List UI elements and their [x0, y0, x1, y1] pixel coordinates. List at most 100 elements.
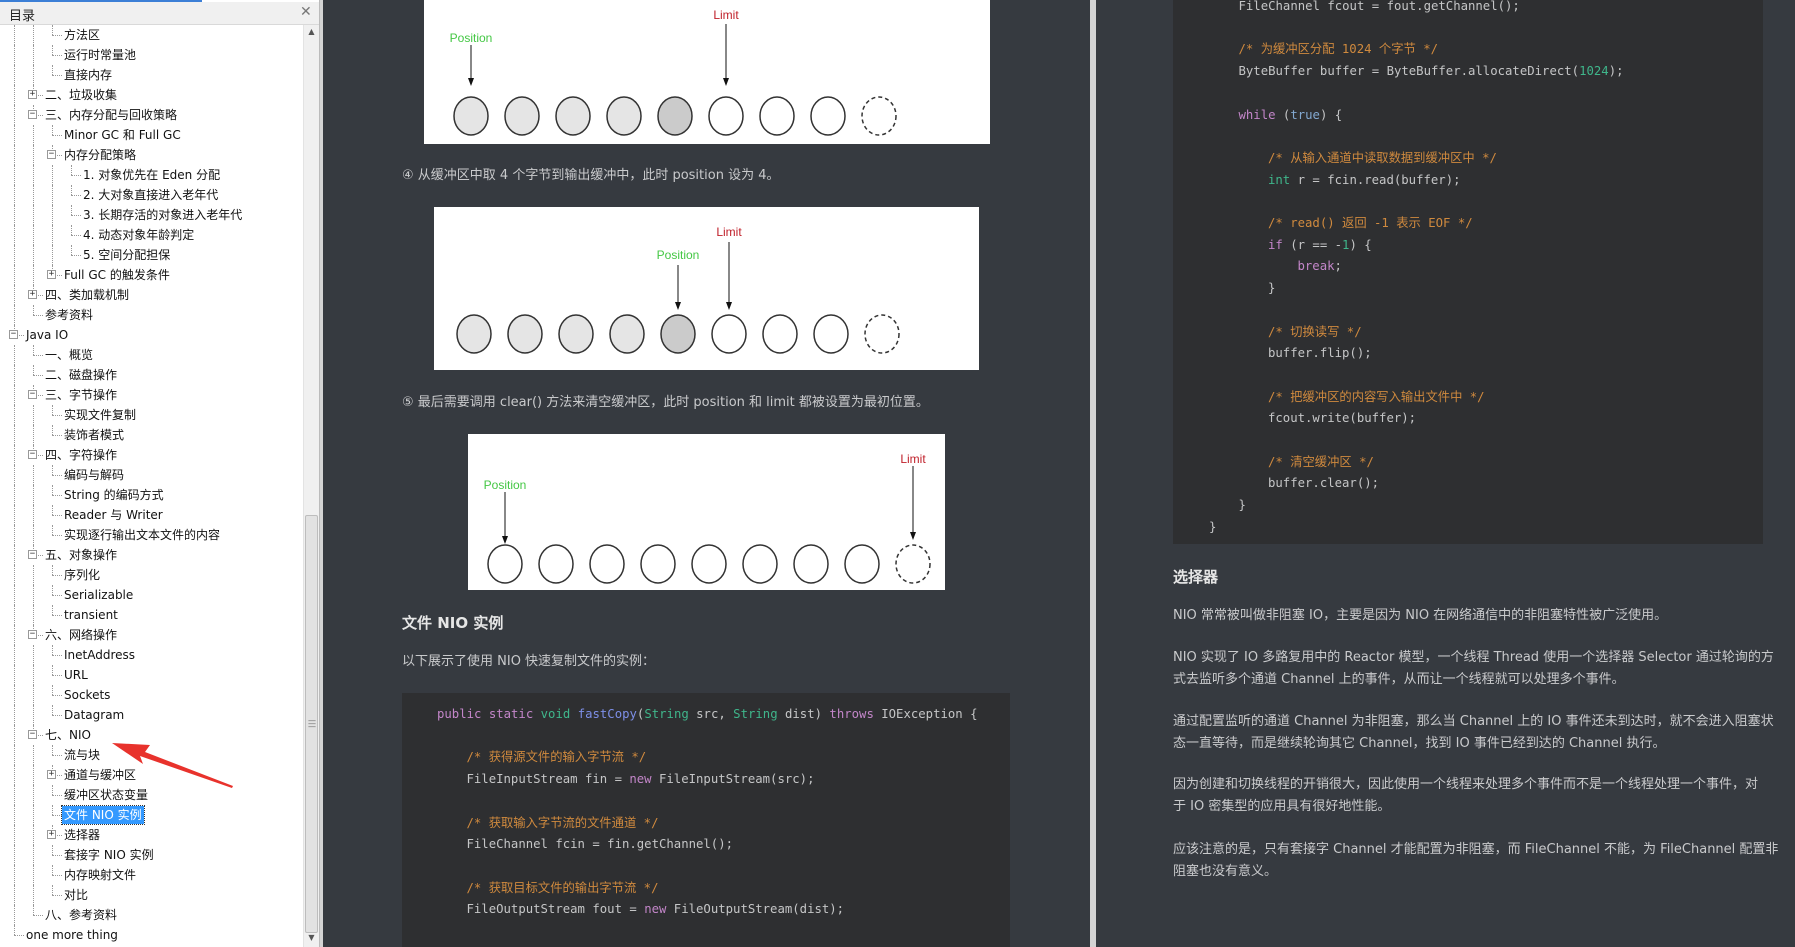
buffer-cell-empty — [640, 544, 676, 584]
buffer-cell-empty — [708, 96, 744, 136]
code-token: FileChannel fcin = fin.getChannel(); — [466, 837, 734, 852]
buffer-cell-filled — [558, 314, 594, 354]
paragraph-line: NIO 常常被叫做非阻塞 IO，主要是因为 NIO 在网络通信中的非阻塞特性被广… — [1173, 608, 1668, 623]
code-line: FileOutputStream fout = new FileOutputSt… — [467, 898, 845, 920]
buffer-cell-empty — [762, 314, 798, 354]
buffer-cell-empty — [793, 544, 829, 584]
code-token: ByteBuffer buffer = ByteBuffer.allocateD… — [1238, 64, 1580, 79]
toc-scrollbar[interactable]: ▲ — — — ▼ — [303, 25, 319, 947]
buffer-diagram-step4: Position Limit — [434, 207, 979, 370]
buffer-cell-filled — [606, 96, 642, 136]
code-token: throws — [829, 707, 874, 721]
code-token: int — [1268, 172, 1291, 187]
code-token: if — [1268, 237, 1283, 252]
code-token: ; — [1334, 259, 1342, 274]
code-line: /* 获得源文件的输入字节流 */ — [467, 746, 647, 768]
buffer-cell-capacity — [864, 314, 900, 354]
paragraph-line: 式去监听多个通道 Channel 上的事件，从而让一个线程就可以处理多个事件。 — [1173, 672, 1625, 687]
limit-pointer-label: Limit — [900, 452, 926, 466]
code-token: new — [629, 772, 652, 787]
limit-pointer-label: Limit — [713, 8, 739, 22]
buffer-diagram-step3: Position Limit — [424, 0, 990, 144]
buffer-cell-filled — [555, 96, 591, 136]
red-arrow-icon — [112, 743, 233, 788]
code-line: } — [1268, 277, 1275, 299]
code-line: /* 把缓冲区的内容写入输出文件中 */ — [1268, 386, 1485, 408]
paragraph-line: 应该注意的是，只有套接字 Channel 才能配置为非阻塞，而 FileChan… — [1173, 842, 1779, 857]
code-token: /* 从输入通道中读取数据到缓冲区中 */ — [1268, 150, 1497, 165]
code-token: public static — [437, 707, 541, 721]
code-line: FileInputStream fin = new FileInputStrea… — [467, 768, 815, 790]
limit-pointer-arrowhead-icon — [723, 78, 729, 86]
code-token: (r == - — [1282, 237, 1343, 252]
code-token: /* 为缓冲区分配 1024 个字节 */ — [1238, 42, 1439, 57]
buffer-cell-empty — [813, 314, 849, 354]
position-pointer-arrowhead-icon — [502, 536, 508, 544]
code-token: FileInputStream fin = — [466, 772, 630, 787]
buffer-cell-empty — [487, 544, 523, 584]
code-token: new — [644, 902, 667, 917]
code-token: /* 切换读写 */ — [1268, 324, 1362, 339]
code-token: void — [540, 707, 578, 721]
position-pointer-arrowhead-icon — [675, 302, 681, 310]
code-token: ( — [1275, 107, 1291, 122]
section-heading-selector: 选择器 — [1173, 568, 1219, 586]
code-token: FileOutputStream(dist); — [666, 902, 845, 917]
caption-step4: ④ 从缓冲区中取 4 个字节到输出缓冲中，此时 position 设为 4。 — [402, 168, 780, 183]
code-line: /* 切换读写 */ — [1268, 321, 1362, 343]
scrollbar-thumb[interactable]: — — — — [305, 515, 318, 933]
buffer-cell-filled — [507, 314, 543, 354]
buffer-cell-empty — [810, 96, 846, 136]
code-line: /* read() 返回 -1 表示 EOF */ — [1268, 212, 1473, 234]
code-line: FileChannel fcin = fin.getChannel(); — [467, 833, 734, 855]
code-line: /* 获取输入字节流的文件通道 */ — [467, 812, 659, 834]
intro-text: 以下展示了使用 NIO 快速复制文件的实例： — [402, 654, 656, 669]
buffer-cell-current — [657, 96, 693, 136]
code-block-continued: FileChannel fcout = fout.getChannel(); /*… — [1173, 0, 1763, 544]
buffer-cell-empty — [844, 544, 880, 584]
buffer-cell-empty — [759, 96, 795, 136]
code-line: FileChannel fcout = fout.getChannel(); — [1239, 0, 1520, 17]
document-page-right: FileChannel fcout = fout.getChannel(); /*… — [1096, 0, 1795, 947]
position-pointer-label: Position — [657, 248, 700, 262]
code-line: fcout.write(buffer); — [1268, 407, 1416, 429]
code-token: } — [1268, 281, 1276, 296]
code-line: buffer.flip(); — [1268, 342, 1372, 364]
grip-icon: — — — — [308, 716, 316, 731]
document-page-left: Position Limit ④ 从缓冲区中取 4 个字节到输出缓冲中，此时 po… — [323, 0, 1090, 947]
code-line: buffer.clear(); — [1268, 472, 1379, 494]
code-line: int r = fcin.read(buffer); — [1268, 169, 1461, 191]
buffer-cell-empty — [589, 544, 625, 584]
code-token: true — [1290, 107, 1320, 122]
code-token: String — [733, 707, 778, 721]
code-line: ByteBuffer buffer = ByteBuffer.allocateD… — [1239, 60, 1624, 82]
code-line: /* 清空缓冲区 */ — [1268, 451, 1374, 473]
buffer-diagram-step5: Position Limit — [468, 434, 945, 590]
scroll-up-arrow-icon[interactable]: ▲ — [304, 27, 319, 41]
code-line: /* 获取目标文件的输出字节流 */ — [467, 877, 659, 899]
code-line: break; — [1298, 255, 1342, 277]
buffer-cell-capacity — [861, 96, 897, 136]
paragraph-line: 通过配置监听的通道 Channel 为非阻塞，那么当 Channel 上的 IO… — [1173, 714, 1774, 729]
scroll-down-arrow-icon[interactable]: ▼ — [304, 933, 319, 947]
close-icon[interactable]: ✕ — [300, 4, 312, 20]
limit-pointer-label: Limit — [716, 225, 742, 239]
code-token: } — [1238, 498, 1246, 513]
code-token: fcout.write(buffer); — [1268, 411, 1417, 426]
limit-pointer-arrowhead-icon — [726, 302, 732, 310]
buffer-cell-empty — [711, 314, 747, 354]
code-line: } — [1209, 516, 1216, 538]
code-token: r = fcin.read(buffer); — [1290, 172, 1461, 187]
code-line: if (r == -1) { — [1268, 234, 1372, 256]
code-token: dist) — [777, 707, 830, 721]
buffer-diagram-svg: Position Limit — [450, 8, 897, 136]
red-arrow-annotation — [112, 743, 233, 788]
position-pointer-arrowhead-icon — [468, 78, 474, 86]
buffer-cell-filled — [504, 96, 540, 136]
paragraph-line: 于 IO 密集型的应用具有很好地性能。 — [1173, 799, 1391, 814]
limit-pointer-arrowhead-icon — [910, 532, 916, 540]
section-heading-file-nio: 文件 NIO 实例 — [402, 614, 504, 632]
buffer-cell-empty — [538, 544, 574, 584]
code-line: while (true) { — [1239, 104, 1343, 126]
buffer-cell-capacity — [895, 544, 931, 584]
